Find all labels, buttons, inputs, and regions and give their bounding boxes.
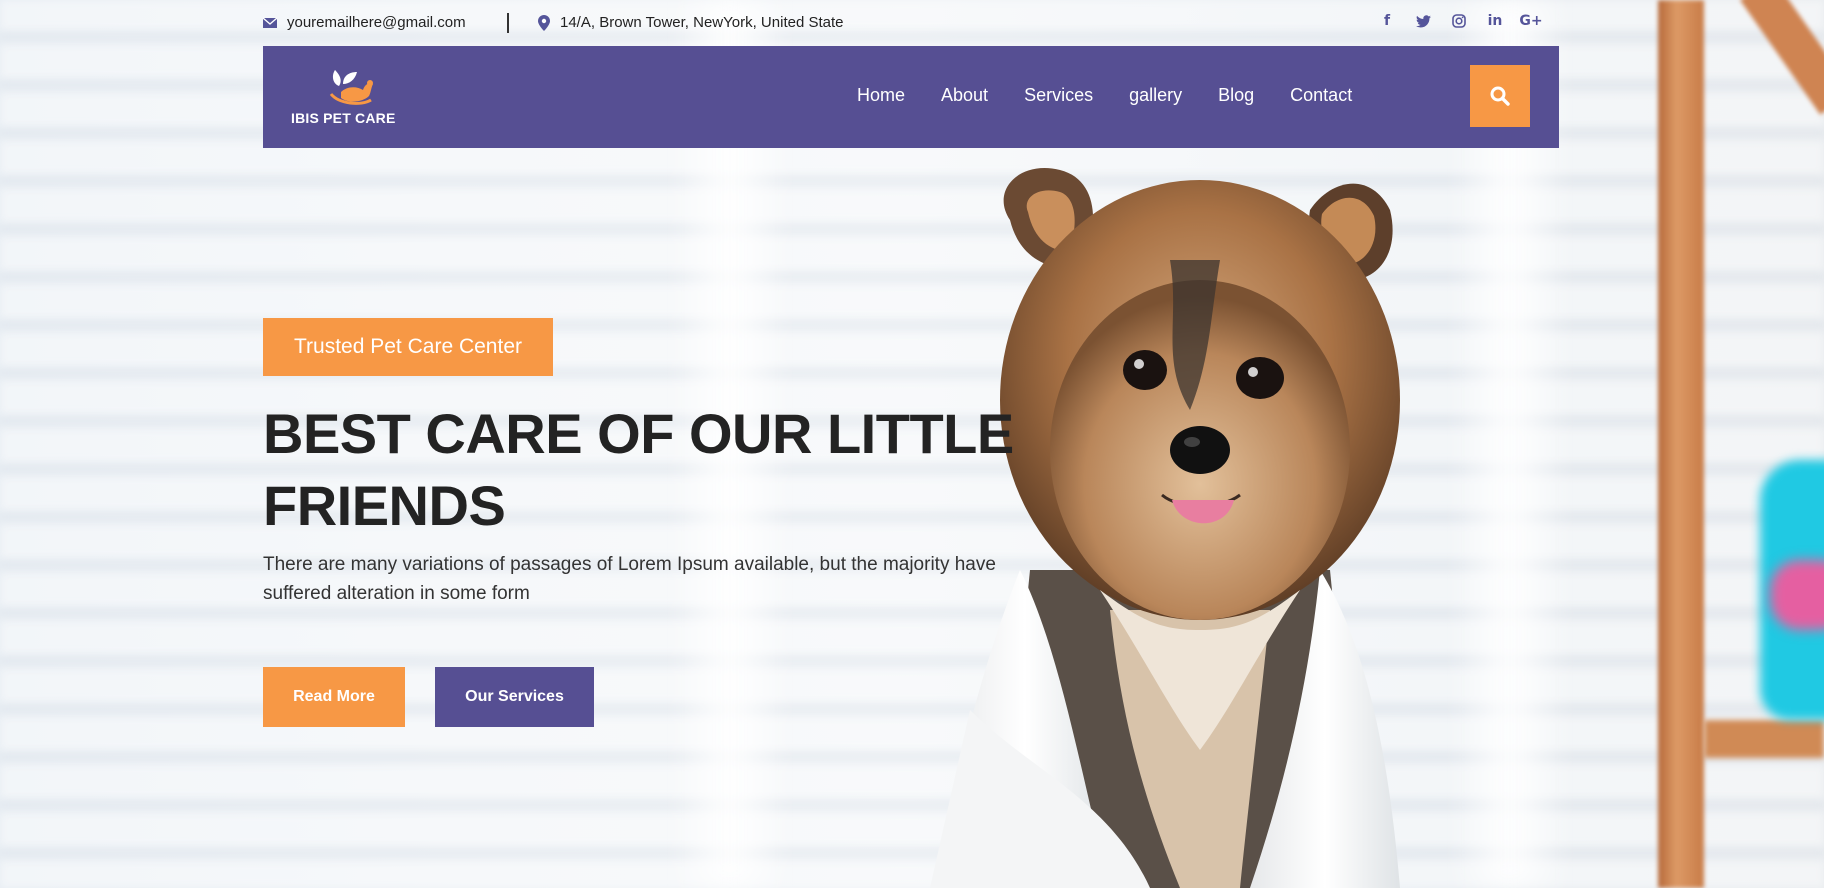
divider (507, 13, 509, 33)
hero-badge: Trusted Pet Care Center (263, 318, 553, 376)
hero-subtitle: There are many variations of passages of… (263, 554, 996, 604)
instagram-icon[interactable] (1451, 13, 1467, 29)
search-icon (1490, 86, 1510, 106)
wood-shelf (1704, 720, 1824, 758)
page: youremailhere@gmail.com 14/A, Brown Towe… (0, 0, 1824, 888)
google-plus-icon[interactable]: G+ (1519, 13, 1542, 29)
email-text: youremailhere@gmail.com (287, 14, 466, 31)
email-contact[interactable]: youremailhere@gmail.com (263, 14, 466, 31)
nav-gallery[interactable]: gallery (1129, 85, 1182, 106)
map-pin-icon (538, 14, 550, 31)
wood-frame (1658, 0, 1704, 888)
facebook-icon[interactable]: f (1379, 13, 1395, 29)
nav-services[interactable]: Services (1024, 85, 1093, 106)
pink-towel (1770, 560, 1824, 630)
address-contact: 14/A, Brown Tower, NewYork, United State (538, 14, 843, 31)
nav-contact[interactable]: Contact (1290, 85, 1352, 106)
brand-logo[interactable]: IBIS PET CARE (291, 64, 401, 128)
twitter-icon[interactable] (1415, 13, 1431, 29)
nav-about[interactable]: About (941, 85, 988, 106)
nav-blog[interactable]: Blog (1218, 85, 1254, 106)
brand-name: IBIS PET CARE (291, 110, 396, 126)
top-info-bar: youremailhere@gmail.com 14/A, Brown Towe… (263, 0, 1559, 46)
main-navbar: IBIS PET CARE Home About Services galler… (263, 46, 1559, 148)
nav-menu: Home About Services gallery Blog Contact (857, 85, 1352, 106)
pet-logo-icon (329, 70, 373, 105)
read-more-button[interactable]: Read More (263, 667, 405, 727)
hero-headline: BEST CARE OF OUR LITTLE FRIENDS (263, 402, 1014, 537)
social-links: f in G+ (1379, 13, 1543, 29)
search-button[interactable] (1470, 65, 1530, 127)
nav-home[interactable]: Home (857, 85, 905, 106)
our-services-button[interactable]: Our Services (435, 667, 594, 727)
linkedin-icon[interactable]: in (1487, 13, 1503, 29)
envelope-icon (263, 16, 277, 28)
address-text: 14/A, Brown Tower, NewYork, United State (560, 14, 844, 31)
